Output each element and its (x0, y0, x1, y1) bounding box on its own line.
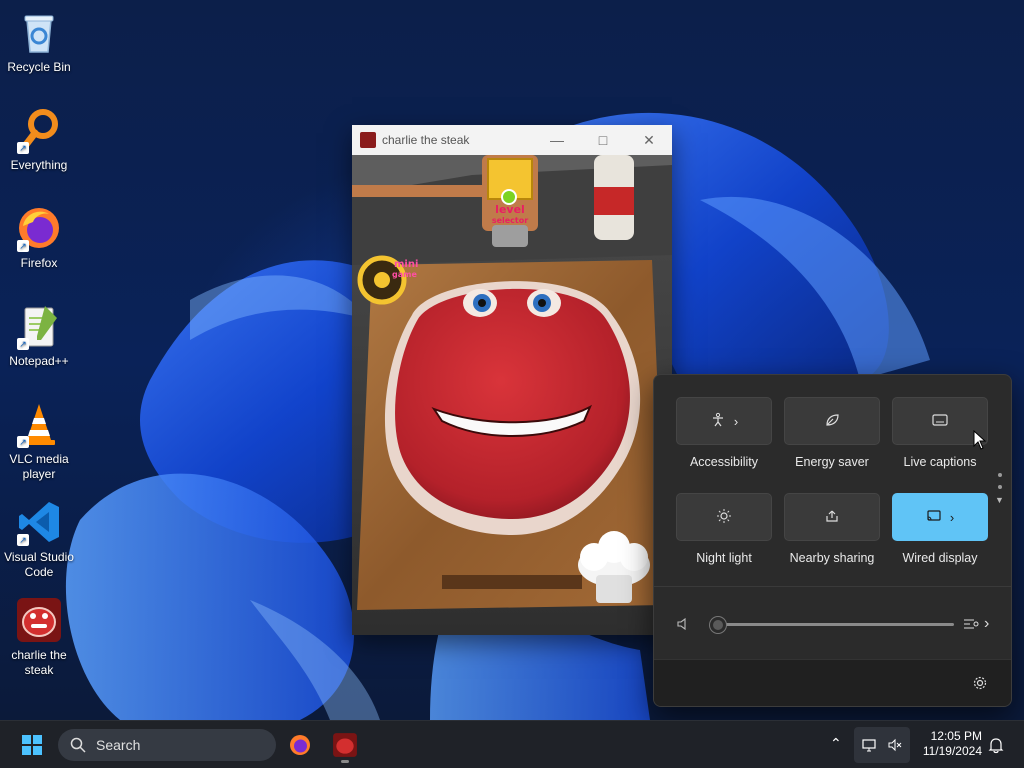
system-tray-quick-settings[interactable] (854, 727, 910, 763)
network-icon (862, 739, 876, 752)
captions-icon (931, 412, 949, 431)
vlc-cone-icon: ↗ (15, 400, 63, 448)
desktop-icon-everything[interactable]: ↗ Everything (2, 106, 76, 173)
gear-icon[interactable] (972, 675, 988, 696)
wired-display-toggle[interactable]: › (892, 493, 988, 541)
desktop-icon-label: Recycle Bin (7, 60, 71, 74)
desktop-icon-label: VLC media player (9, 452, 69, 481)
window-titlebar[interactable]: charlie the steak — □ ✕ (352, 125, 672, 155)
taskbar-firefox[interactable] (282, 727, 318, 763)
desktop-icon-label: Everything (10, 158, 68, 172)
shortcut-arrow-icon: ↗ (17, 534, 29, 546)
desktop-icon-vlc[interactable]: ↗ VLC media player (2, 400, 76, 482)
level-badge-subtext: selector (492, 216, 528, 225)
recycle-bin-icon (15, 8, 63, 56)
volume-muted-icon (888, 738, 902, 752)
cast-icon (926, 508, 942, 527)
chevron-right-icon: › (984, 615, 990, 632)
desktop-icon-notepad-plus[interactable]: ↗ Notepad++ (2, 302, 76, 369)
share-icon (824, 508, 840, 527)
tile-label: Accessibility (689, 455, 759, 469)
shortcut-arrow-icon: ↗ (17, 142, 29, 154)
chevron-up-icon[interactable]: ⌃ (830, 735, 842, 752)
mini-game-subtext: game (392, 270, 417, 279)
quick-settings-footer (654, 659, 1011, 706)
quick-settings-panel: › Accessibility Energy saver Live captio… (653, 374, 1012, 707)
desktop-icon-vscode[interactable]: ↗ Visual Studio Code (2, 498, 76, 580)
desktop-icon-charlie-steak[interactable]: charlie the steak (2, 596, 76, 678)
mini-game-text: mini (394, 259, 418, 270)
clock-date: 11/19/2024 (922, 744, 982, 758)
running-indicator (341, 760, 349, 763)
speaker-muted-icon[interactable] (676, 617, 690, 636)
desktop-icon-recycle-bin[interactable]: Recycle Bin (2, 8, 76, 75)
maximize-button[interactable]: □ (580, 125, 626, 155)
charlie-steak-icon (333, 733, 357, 757)
game-canvas[interactable]: level selector mini game (352, 155, 672, 635)
tile-label: Wired display (902, 551, 978, 565)
shortcut-arrow-icon: ↗ (17, 240, 29, 252)
desktop-icon-label: Notepad++ (9, 354, 69, 368)
tile-label: Nearby sharing (789, 551, 875, 565)
notepad-plus-icon: ↗ (15, 302, 63, 350)
night-light-toggle[interactable] (676, 493, 772, 541)
desktop-icon-label: Visual Studio Code (4, 550, 74, 579)
volume-slider-thumb[interactable] (710, 617, 726, 633)
desktop-icon-label: Firefox (20, 256, 58, 270)
desktop-icon-firefox[interactable]: ↗ Firefox (2, 204, 76, 271)
audio-output-button[interactable]: › (962, 615, 989, 633)
start-button[interactable] (14, 727, 50, 763)
page-indicator-dot[interactable] (998, 485, 1002, 489)
search-label: Search (96, 737, 141, 753)
charlie-steak-icon (15, 596, 63, 644)
volume-slider-track[interactable] (712, 623, 954, 626)
taskbar-search[interactable]: Search (58, 729, 276, 761)
desktop-icon-label: charlie the steak (11, 648, 67, 677)
taskbar: Search ⌃ 12:05 PM 11/19/2024 (0, 720, 1024, 768)
bell-icon[interactable] (988, 736, 1004, 759)
tile-label: Live captions (903, 455, 977, 469)
minimize-button[interactable]: — (534, 125, 580, 155)
clock-time: 12:05 PM (930, 729, 982, 743)
accessibility-icon (710, 412, 726, 431)
vscode-icon: ↗ (15, 498, 63, 546)
window-title: charlie the steak (382, 133, 470, 147)
energy-saver-toggle[interactable] (784, 397, 880, 445)
chevron-right-icon[interactable]: › (734, 414, 738, 429)
tile-label: Night light (696, 551, 752, 565)
accessibility-toggle[interactable]: › (676, 397, 772, 445)
page-indicator-dot[interactable] (998, 473, 1002, 477)
game-window: charlie the steak — □ ✕ level selector m… (352, 125, 672, 635)
chevron-down-icon[interactable]: ▼ (995, 495, 1004, 505)
magnifier-icon: ↗ (15, 106, 63, 154)
shortcut-arrow-icon: ↗ (17, 436, 29, 448)
audio-settings-icon (964, 619, 979, 629)
mouse-cursor-icon (973, 429, 987, 455)
search-icon (70, 737, 86, 753)
shortcut-arrow-icon: ↗ (17, 338, 29, 350)
firefox-icon: ↗ (15, 204, 63, 252)
close-button[interactable]: ✕ (626, 125, 672, 155)
firefox-icon (290, 735, 310, 755)
charlie-steak-icon (360, 132, 376, 148)
sun-icon (716, 508, 732, 527)
system-clock[interactable]: 12:05 PM 11/19/2024 (912, 729, 982, 759)
taskbar-charlie-steak[interactable] (327, 727, 363, 763)
leaf-icon (824, 412, 840, 431)
divider (654, 586, 1011, 587)
level-badge-text: level (495, 203, 525, 216)
tile-label: Energy saver (795, 455, 869, 469)
nearby-sharing-toggle[interactable] (784, 493, 880, 541)
windows-logo-icon (22, 735, 42, 755)
chevron-right-icon[interactable]: › (950, 510, 954, 525)
